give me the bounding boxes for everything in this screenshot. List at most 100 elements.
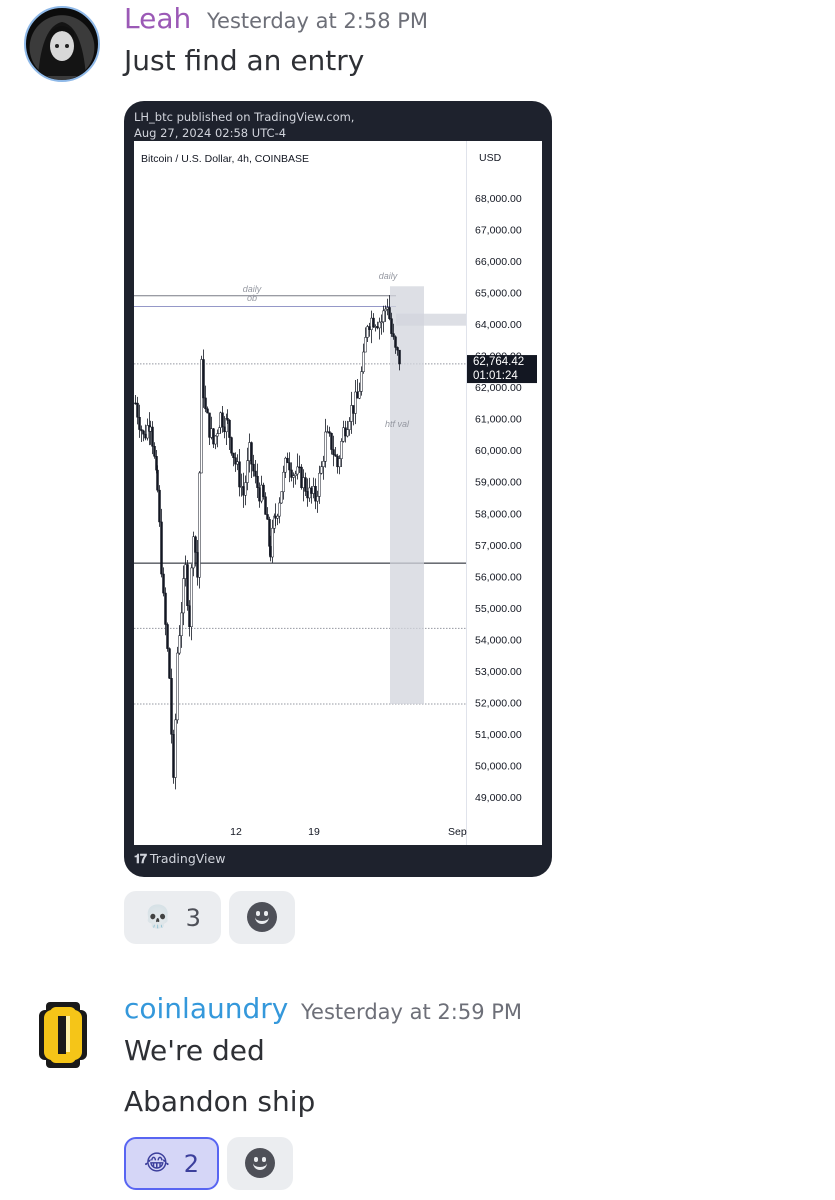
candle-body: [342, 427, 345, 442]
candle-body: [396, 347, 399, 351]
candle-body: [221, 412, 224, 428]
candle-body: [230, 437, 233, 454]
price-tag-value: 62,764.42: [473, 356, 524, 368]
candle-body: [324, 431, 327, 462]
candle-body: [178, 635, 181, 654]
candle-body: [206, 408, 209, 414]
candle-body: [271, 527, 274, 558]
candle-body: [258, 487, 261, 502]
candle-body: [168, 648, 171, 679]
candle-body: [340, 441, 343, 459]
candle-body: [240, 486, 243, 488]
candle-body: [176, 652, 179, 721]
candle-body: [398, 349, 401, 365]
joy-emoji: 😂: [144, 1151, 170, 1176]
username[interactable]: Leah: [124, 2, 191, 35]
x-tick-label: Sep: [448, 826, 467, 838]
candle-body: [186, 564, 189, 606]
candle-body: [276, 515, 279, 519]
candle-body: [338, 458, 341, 468]
candle-body: [250, 442, 253, 465]
y-tick-label: 68,000.00: [475, 193, 522, 205]
y-tick-label: 64,000.00: [475, 319, 522, 331]
candle-body: [266, 514, 269, 520]
y-tick-label: 60,000.00: [475, 445, 522, 457]
candle-body: [352, 405, 355, 414]
candle-body: [184, 564, 187, 579]
y-tick-label: 62,000.00: [475, 382, 522, 394]
user-avatar[interactable]: [24, 6, 100, 82]
price-tag: 62,764.42 01:01:24: [467, 355, 537, 384]
reaction-joy[interactable]: 😂 2: [124, 1137, 219, 1190]
candle-body: [358, 391, 361, 399]
tradingview-logo-icon: 𝟏𝟕: [134, 851, 147, 866]
skull-emoji: 💀: [144, 905, 172, 930]
reaction-count: 2: [183, 1149, 199, 1178]
candle-body: [246, 460, 249, 483]
candle-body: [298, 466, 301, 469]
candle-body: [174, 719, 177, 778]
smiley-icon: [245, 1148, 275, 1178]
tradingview-label: TradingView: [149, 851, 226, 866]
candle-body: [214, 435, 217, 445]
message-text: Abandon ship: [124, 1085, 316, 1118]
candle-body: [386, 307, 389, 310]
candle-body: [242, 486, 245, 496]
candle-body: [264, 496, 267, 515]
candle-body: [210, 428, 213, 438]
candle-body: [164, 592, 167, 625]
candle-body: [200, 359, 203, 474]
reaction-skull[interactable]: 💀 3: [124, 891, 221, 944]
candle-body: [390, 318, 393, 334]
candle-body: [330, 432, 333, 450]
published-line-2: Aug 27, 2024 02:58 UTC-4: [134, 126, 287, 140]
candle-body: [216, 433, 219, 437]
candle-body: [354, 391, 357, 414]
candle-body: [280, 491, 283, 504]
candle-body: [364, 337, 367, 353]
chart-image-attachment[interactable]: LH_btc published on TradingView.com, Aug…: [124, 101, 552, 877]
candle-body: [346, 429, 349, 437]
candle-body: [180, 612, 183, 636]
candle-body: [254, 470, 257, 477]
candle-body: [318, 472, 321, 497]
candle-body: [322, 461, 325, 467]
candle-body: [392, 333, 395, 338]
candle-body: [234, 457, 237, 465]
candle-body: [136, 402, 139, 418]
candle-body: [232, 452, 235, 458]
user-avatar[interactable]: [36, 1002, 90, 1068]
y-tick-label: 49,000.00: [475, 792, 522, 804]
candle-body: [300, 466, 303, 488]
candle-body: [294, 473, 297, 476]
candle-body: [310, 487, 313, 494]
candle-body: [196, 552, 199, 578]
candle-body: [142, 430, 145, 435]
candle-body: [182, 578, 185, 614]
candle-body: [376, 326, 379, 329]
candle-body: [172, 734, 175, 778]
candle-body: [344, 427, 347, 437]
candle-body: [212, 428, 215, 445]
add-reaction-button[interactable]: [229, 891, 295, 944]
chart-symbol: Bitcoin / U.S. Dollar, 4h, COINBASE: [141, 153, 309, 165]
candle-body: [170, 678, 173, 735]
candle-body: [269, 546, 272, 558]
candle-body: [336, 455, 339, 468]
price-countdown: 01:01:24: [473, 370, 518, 382]
candle-body: [302, 477, 305, 488]
candle-body: [204, 397, 207, 410]
candle-body: [368, 326, 371, 330]
username[interactable]: coinlaundry: [124, 992, 288, 1025]
candle-body: [304, 477, 307, 492]
add-reaction-button[interactable]: [227, 1137, 293, 1190]
published-info: LH_btc published on TradingView.com, Aug…: [134, 109, 354, 141]
candle-body: [380, 321, 383, 324]
candle-body: [138, 416, 141, 430]
candle-body: [223, 426, 226, 433]
candle-body: [151, 426, 154, 447]
candle-body: [238, 461, 241, 488]
candle-body: [228, 419, 231, 438]
candle-body: [202, 359, 205, 399]
x-tick-label: 19: [308, 826, 320, 838]
